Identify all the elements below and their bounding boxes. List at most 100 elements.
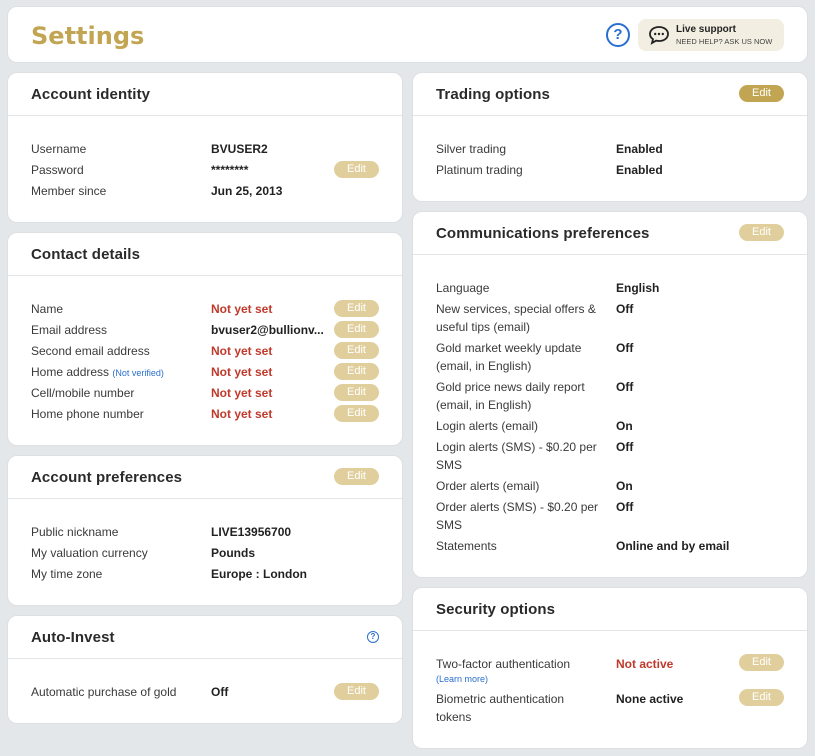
gold-daily-value: Off bbox=[616, 380, 634, 394]
edit-home-phone-button[interactable]: Edit bbox=[334, 405, 379, 422]
biometric-label: Biometric authentication tokens bbox=[436, 690, 564, 726]
edit-biometric-button[interactable]: Edit bbox=[739, 689, 784, 706]
username-label: Username bbox=[31, 142, 87, 156]
mobile-value: Not yet set bbox=[211, 386, 273, 400]
label-line: (email, in English) bbox=[436, 398, 532, 412]
edit-account-preferences-button[interactable]: Edit bbox=[334, 468, 379, 485]
second-email-value: Not yet set bbox=[211, 344, 273, 358]
communications-preferences-card: Communications preferences Edit Language… bbox=[412, 211, 808, 578]
second-email-label: Second email address bbox=[31, 344, 150, 358]
member-since-value: Jun 25, 2013 bbox=[211, 184, 283, 198]
settings-header: Settings ? Live support NEED HELP? ASK U… bbox=[7, 6, 808, 63]
label-line: SMS bbox=[436, 518, 463, 532]
account-preferences-card: Account preferences Edit Public nickname… bbox=[7, 455, 403, 606]
account-identity-card: Account identity Username BVUSER2 Passwo… bbox=[7, 72, 403, 223]
silver-trading-value: Enabled bbox=[616, 142, 663, 156]
home-address-label: Home address (Not verified) bbox=[31, 363, 164, 382]
biometric-value: None active bbox=[616, 692, 684, 706]
statements-value: Online and by email bbox=[616, 539, 730, 553]
new-services-value: Off bbox=[616, 302, 634, 316]
edit-mobile-button[interactable]: Edit bbox=[334, 384, 379, 401]
order-alerts-sms-label: Order alerts (SMS) - $0.20 per SMS bbox=[436, 498, 598, 534]
time-zone-value: Europe : London bbox=[211, 567, 307, 581]
member-since-label: Member since bbox=[31, 184, 107, 198]
trading-options-card: Trading options Edit Silver trading Enab… bbox=[412, 72, 808, 202]
email-label: Email address bbox=[31, 323, 108, 337]
gold-daily-label: Gold price news daily report (email, in … bbox=[436, 378, 585, 414]
live-support-button[interactable]: Live support NEED HELP? ASK US NOW bbox=[638, 19, 784, 51]
card-title: Auto-Invest bbox=[31, 629, 115, 646]
login-alerts-sms-label: Login alerts (SMS) - $0.20 per SMS bbox=[436, 438, 597, 474]
card-title: Contact details bbox=[31, 246, 141, 263]
nickname-value: LIVE13956700 bbox=[211, 525, 292, 539]
mobile-label: Cell/mobile number bbox=[31, 386, 135, 400]
card-title: Account identity bbox=[31, 86, 151, 103]
label-line: New services, special offers & bbox=[436, 302, 596, 316]
order-alerts-sms-value: Off bbox=[616, 500, 634, 514]
chat-bubble-icon bbox=[649, 26, 669, 45]
label-line: Login alerts (SMS) - $0.20 per bbox=[436, 440, 597, 454]
contact-details-card: Contact details Name Not yet set Edit Em… bbox=[7, 232, 403, 446]
edit-auto-invest-button[interactable]: Edit bbox=[334, 683, 379, 700]
platinum-trading-value: Enabled bbox=[616, 163, 663, 177]
gold-weekly-label: Gold market weekly update (email, in Eng… bbox=[436, 339, 581, 375]
label-line: useful tips (email) bbox=[436, 320, 531, 334]
auto-invest-card: Auto-Invest ? Automatic purchase of gold… bbox=[7, 615, 403, 724]
platinum-trading-label: Platinum trading bbox=[436, 163, 523, 177]
time-zone-label: My time zone bbox=[31, 567, 103, 581]
gold-weekly-value: Off bbox=[616, 341, 634, 355]
edit-second-email-button[interactable]: Edit bbox=[334, 342, 379, 359]
order-alerts-email-label: Order alerts (email) bbox=[436, 479, 540, 493]
label-line: Gold price news daily report bbox=[436, 380, 585, 394]
edit-password-button[interactable]: Edit bbox=[334, 161, 379, 178]
edit-email-button[interactable]: Edit bbox=[334, 321, 379, 338]
two-factor-value: Not active bbox=[616, 657, 674, 671]
label-line: tokens bbox=[436, 710, 472, 724]
edit-trading-options-button[interactable]: Edit bbox=[739, 85, 784, 102]
email-value: bvuser2@bullionv... bbox=[211, 323, 324, 337]
home-address-text: Home address bbox=[31, 365, 110, 379]
label-line: SMS bbox=[436, 458, 463, 472]
login-alerts-email-value: On bbox=[616, 419, 633, 433]
card-title: Communications preferences bbox=[436, 225, 650, 242]
live-support-subtitle: NEED HELP? ASK US NOW bbox=[676, 37, 773, 46]
help-circle-icon[interactable]: ? bbox=[606, 23, 630, 47]
live-support-title: Live support bbox=[676, 24, 737, 35]
username-value: BVUSER2 bbox=[211, 142, 268, 156]
auto-purchase-label: Automatic purchase of gold bbox=[31, 685, 177, 699]
valuation-currency-label: My valuation currency bbox=[31, 546, 148, 560]
edit-name-button[interactable]: Edit bbox=[334, 300, 379, 317]
help-circle-icon[interactable]: ? bbox=[367, 631, 379, 643]
edit-home-address-button[interactable]: Edit bbox=[334, 363, 379, 380]
order-alerts-email-value: On bbox=[616, 479, 633, 493]
two-factor-label: Two-factor authentication (Learn more) bbox=[436, 655, 570, 685]
name-label: Name bbox=[31, 302, 64, 316]
silver-trading-label: Silver trading bbox=[436, 142, 507, 156]
security-options-card: Security options Two-factor authenticati… bbox=[412, 587, 808, 749]
learn-more-link[interactable]: (Learn more) bbox=[436, 673, 570, 685]
login-alerts-email-label: Login alerts (email) bbox=[436, 419, 539, 433]
name-value: Not yet set bbox=[211, 302, 273, 316]
home-phone-value: Not yet set bbox=[211, 407, 273, 421]
edit-two-factor-button[interactable]: Edit bbox=[739, 654, 784, 671]
password-value: ******** bbox=[211, 163, 249, 177]
language-label: Language bbox=[436, 281, 490, 295]
language-value: English bbox=[616, 281, 660, 295]
label-line: (email, in English) bbox=[436, 359, 532, 373]
card-title: Security options bbox=[436, 601, 556, 618]
label-line: Order alerts (SMS) - $0.20 per bbox=[436, 500, 599, 514]
valuation-currency-value: Pounds bbox=[211, 546, 255, 560]
card-title: Trading options bbox=[436, 86, 550, 103]
edit-communications-button[interactable]: Edit bbox=[739, 224, 784, 241]
password-label: Password bbox=[31, 163, 84, 177]
auto-purchase-value: Off bbox=[211, 685, 229, 699]
new-services-label: New services, special offers & useful ti… bbox=[436, 300, 596, 336]
label-line: Biometric authentication bbox=[436, 692, 565, 706]
nickname-label: Public nickname bbox=[31, 525, 119, 539]
home-address-value: Not yet set bbox=[211, 365, 273, 379]
page-title: Settings bbox=[31, 22, 145, 50]
login-alerts-sms-value: Off bbox=[616, 440, 634, 454]
not-verified-note: (Not verified) bbox=[112, 368, 164, 378]
card-title: Account preferences bbox=[31, 469, 183, 486]
label-line: Gold market weekly update bbox=[436, 341, 582, 355]
